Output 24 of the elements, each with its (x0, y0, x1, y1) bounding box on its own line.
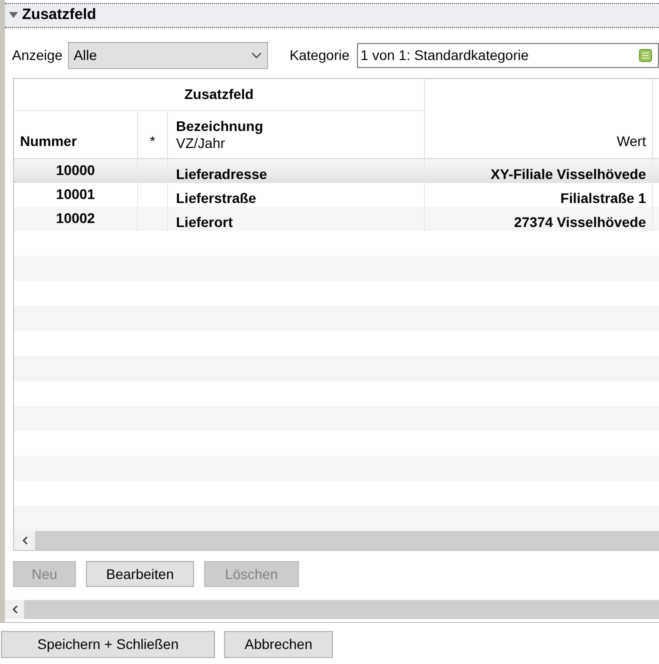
chevron-down-icon (250, 52, 262, 59)
section-title: Zusatzfeld (22, 5, 96, 26)
column-header[interactable]: Nummer (14, 111, 138, 158)
cancel-button[interactable]: Abbrechen (224, 631, 333, 658)
category-field[interactable]: 1 von 1: Standardkategorie (356, 43, 659, 68)
list-icon[interactable] (639, 49, 652, 62)
collapse-icon[interactable] (9, 12, 18, 19)
horizontal-scrollbar[interactable] (5, 600, 659, 619)
column-header[interactable]: Wert (425, 79, 653, 158)
horizontal-scrollbar[interactable] (14, 531, 659, 550)
table-row[interactable]: 10000 Lieferadresse XY-Filiale Visselhövede (14, 159, 659, 183)
column-header[interactable]: Bezeichnung (176, 118, 424, 135)
display-label: Anzeige (12, 46, 63, 65)
scroll-left-icon[interactable] (12, 605, 18, 614)
column-header[interactable]: * (138, 111, 168, 158)
column-subheader: VZ/Jahr (176, 135, 226, 152)
section-header[interactable]: Zusatzfeld (5, 3, 659, 28)
table-row[interactable]: 10002 Lieferort 27374 Visselhövede (14, 207, 659, 231)
save-close-button[interactable]: Speichern + Schließen (1, 631, 215, 658)
group-header: Zusatzfeld (14, 79, 424, 111)
edit-button[interactable]: Bearbeiten (86, 561, 194, 587)
category-label: Kategorie (290, 46, 350, 65)
display-dropdown[interactable]: Alle (68, 42, 268, 69)
scroll-left-icon[interactable] (22, 536, 28, 545)
